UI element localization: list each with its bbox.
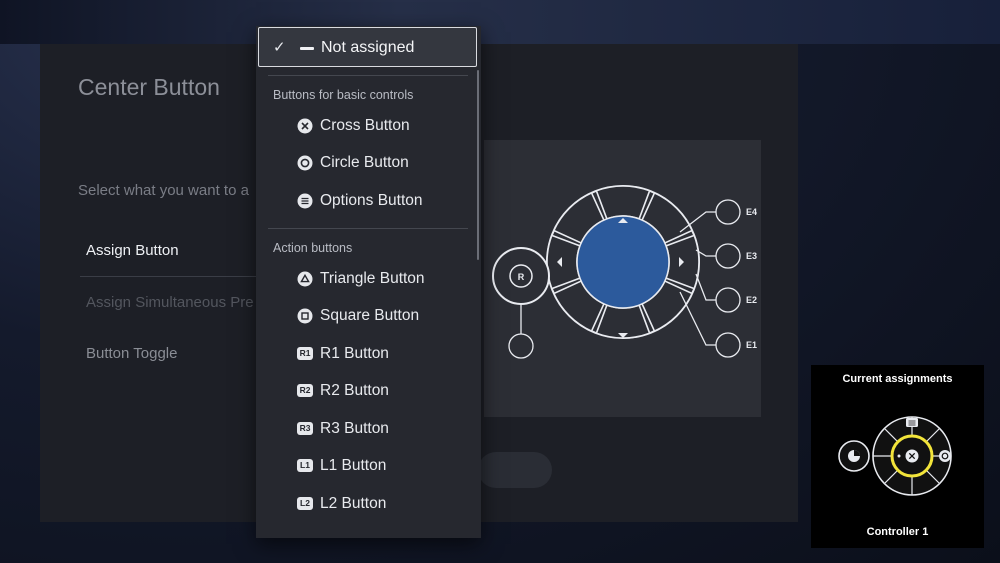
port-label-e4: E4	[746, 207, 757, 217]
button-toggle-option[interactable]: Button Toggle	[86, 345, 177, 362]
port-label-e1: E1	[746, 340, 757, 350]
option-l1-button[interactable]: L1 L1 Button	[256, 450, 475, 484]
ring-segment	[595, 185, 651, 220]
option-label: R2 Button	[320, 382, 389, 399]
option-r3-button[interactable]: R3 R3 Button	[256, 413, 475, 447]
selected-option-label: Not assigned	[321, 39, 415, 56]
port-e3-circle	[715, 243, 741, 269]
option-label: Circle Button	[320, 154, 409, 171]
triangle-icon	[297, 271, 313, 287]
group-title-action: Action buttons	[273, 241, 353, 255]
r2-icon: R2	[297, 384, 313, 397]
background-band	[0, 0, 1000, 44]
option-r2-button[interactable]: R2 R2 Button	[256, 375, 475, 409]
option-circle-button[interactable]: Circle Button	[256, 147, 475, 181]
option-label: Triangle Button	[320, 270, 425, 287]
r3-icon: R3	[297, 422, 313, 435]
option-triangle-button[interactable]: Triangle Button	[256, 263, 475, 297]
options-icon	[906, 418, 918, 427]
stick-port-circle	[508, 333, 534, 359]
l2-icon: L2	[297, 497, 313, 510]
option-label: Options Button	[320, 192, 423, 209]
stick-label: R	[518, 272, 525, 282]
port-e2-circle	[715, 287, 741, 313]
options-icon	[297, 193, 313, 209]
button-assignment-dropdown[interactable]: ✓ Not assigned Buttons for basic control…	[256, 26, 481, 538]
divider	[80, 276, 280, 277]
option-r1-button[interactable]: R1 R1 Button	[256, 338, 475, 372]
option-label: L1 Button	[320, 457, 387, 474]
dash-icon	[300, 47, 314, 50]
l1-icon: L1	[297, 459, 313, 472]
option-cross-button[interactable]: Cross Button	[256, 110, 475, 144]
square-icon	[297, 308, 313, 324]
option-label: R3 Button	[320, 420, 389, 437]
port-label-e2: E2	[746, 295, 757, 305]
center-button-highlight	[576, 215, 670, 309]
option-l2-button[interactable]: L2 L2 Button	[256, 488, 475, 522]
port-label-e3: E3	[746, 251, 757, 261]
option-label: R1 Button	[320, 345, 389, 362]
dropdown-divider	[268, 228, 468, 229]
assign-simultaneous-press-option[interactable]: Assign Simultaneous Pre	[86, 294, 254, 311]
page-title: Center Button	[78, 74, 220, 100]
option-options-button[interactable]: Options Button	[256, 185, 475, 219]
controller-diagram: R E4 E3 E2 E1	[484, 140, 761, 417]
controller-label: Controller 1	[866, 526, 929, 538]
option-label: Cross Button	[320, 117, 410, 134]
dropdown-scrollbar[interactable]	[477, 70, 479, 260]
option-label: Square Button	[320, 307, 420, 324]
checkmark-icon: ✓	[273, 39, 286, 56]
mini-controller-graphic	[838, 416, 952, 496]
r1-icon: R1	[297, 347, 313, 360]
circle-icon	[297, 155, 313, 171]
panel-instruction: Select what you want to a	[78, 182, 249, 199]
circle-icon	[939, 450, 951, 462]
cross-icon	[297, 118, 313, 134]
current-assignments-card: Current assignments Controller 1	[811, 365, 984, 548]
controller-diagram-graphic: R E4 E3 E2 E1	[492, 185, 757, 359]
assign-button-option[interactable]: Assign Button	[86, 242, 179, 259]
ring-segment	[546, 234, 581, 290]
action-pill-button[interactable]	[478, 452, 552, 488]
option-label: L2 Button	[320, 495, 387, 512]
selected-option-not-assigned[interactable]: ✓ Not assigned	[258, 27, 477, 67]
dropdown-divider	[268, 75, 468, 76]
port-e1-circle	[715, 332, 741, 358]
group-title-basic: Buttons for basic controls	[273, 88, 414, 102]
port-e4-circle	[715, 199, 741, 225]
option-square-button[interactable]: Square Button	[256, 300, 475, 334]
